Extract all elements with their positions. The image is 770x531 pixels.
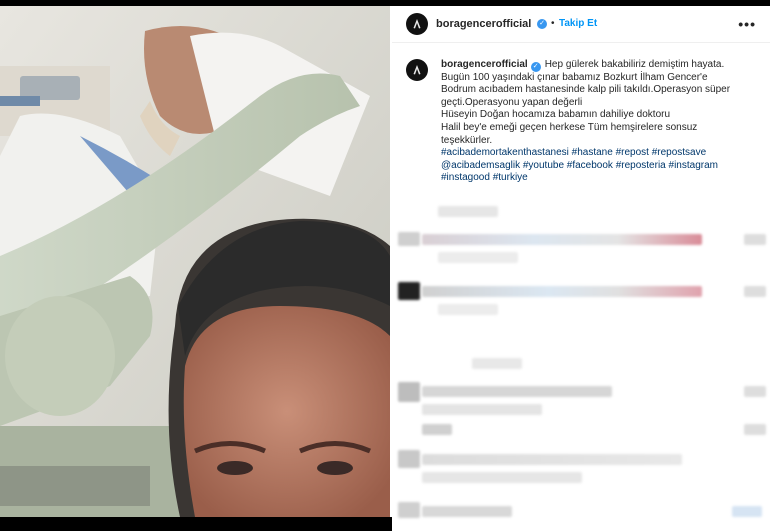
hashtag-line[interactable]: #acibademortakenthastanesi #hastane #rep… xyxy=(441,147,759,160)
blurred-avatar xyxy=(398,232,420,246)
verified-badge-icon: ✓ xyxy=(537,19,547,29)
caption-line: Bodrum acıbadem hastanesinde kalp pili t… xyxy=(441,84,731,96)
blurred-comment xyxy=(422,454,682,465)
blurred-comment xyxy=(744,234,766,245)
caption-line: geçti.Operasyonu yapan değerli xyxy=(441,96,583,108)
ribbon-logo-icon xyxy=(413,19,421,29)
header-username[interactable]: boragencerofficial xyxy=(436,18,531,30)
caption-text: Hep gülerek bakabiliriz demiştim hayata. xyxy=(544,59,725,70)
post-photo[interactable] xyxy=(0,6,390,517)
blurred-comment xyxy=(422,506,512,517)
blurred-comment xyxy=(422,234,702,245)
follow-button[interactable]: Takip Et xyxy=(559,18,597,29)
header-separator: • xyxy=(551,18,555,29)
blurred-comment xyxy=(422,286,702,297)
hashtag-line[interactable]: @acibademsaglik #youtube #facebook #repo… xyxy=(441,160,759,173)
caption-line: Halil bey'e emeği geçen herkese Tüm hemş… xyxy=(441,121,698,133)
blurred-comment xyxy=(438,252,518,263)
hashtag-line[interactable]: #instagood #turkiye xyxy=(441,172,759,185)
blurred-comment xyxy=(422,424,452,435)
blurred-comment xyxy=(422,404,542,415)
caption-username[interactable]: boragencerofficial xyxy=(441,59,528,70)
blurred-comment xyxy=(744,286,766,297)
post-side-panel: boragencerofficial ✓ • Takip Et ••• bora… xyxy=(392,6,770,531)
more-options-icon[interactable]: ••• xyxy=(738,16,756,32)
caption-line: Hüseyin Doğan hocamıza babamın dahiliye … xyxy=(441,109,671,121)
blurred-comment xyxy=(422,386,612,397)
blurred-avatar xyxy=(398,382,420,402)
caption-line: Bugün 100 yaşındaki çınar babamız Bozkur… xyxy=(441,71,708,83)
blurred-comment xyxy=(472,358,522,369)
verified-badge-icon: ✓ xyxy=(530,62,541,72)
blurred-comment xyxy=(422,472,582,483)
caption-avatar[interactable] xyxy=(406,59,428,81)
caption-line: teşekkürler. xyxy=(441,134,493,146)
blurred-comment xyxy=(438,304,498,315)
caption-line: boragencerofficial ✓ Hep gülerek bakabilir… xyxy=(441,59,759,72)
bottom-black-bar xyxy=(0,517,392,531)
post-header: boragencerofficial ✓ • Takip Et ••• xyxy=(392,6,770,43)
blurred-comment xyxy=(744,424,766,435)
blurred-avatar xyxy=(398,282,420,300)
blurred-comment xyxy=(732,506,762,517)
hospital-selfie-image xyxy=(0,6,390,517)
blurred-comment xyxy=(438,206,498,217)
post-caption: boragencerofficial ✓ Hep gülerek bakabilir… xyxy=(441,59,759,185)
profile-avatar[interactable] xyxy=(406,13,428,35)
blurred-comment xyxy=(744,386,766,397)
blurred-avatar xyxy=(398,450,420,468)
blurred-avatar xyxy=(398,502,420,518)
ribbon-logo-icon xyxy=(413,65,421,75)
